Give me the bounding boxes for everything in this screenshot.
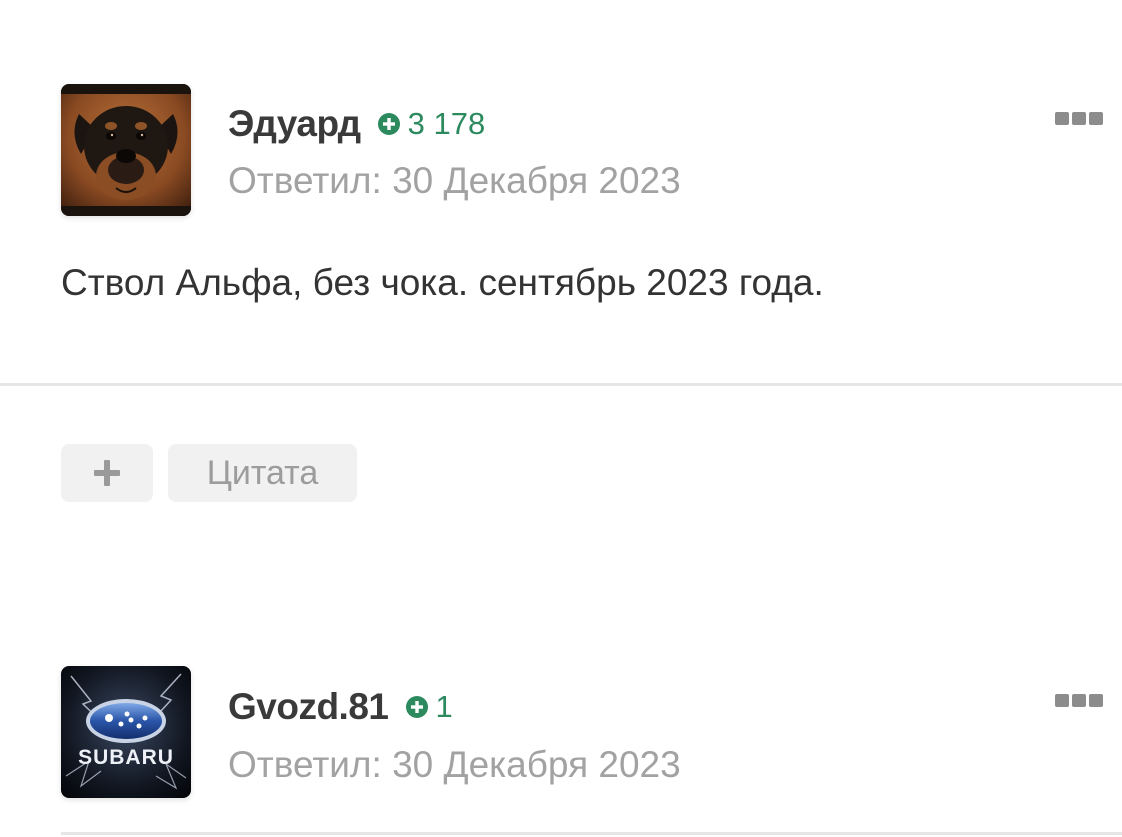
dot-icon [1089, 693, 1103, 707]
reputation-plus-icon [405, 695, 429, 719]
reply-date: Ответил: 30 Декабря 2023 [228, 744, 681, 785]
divider [0, 383, 1122, 386]
quote-button[interactable]: Цитата [168, 444, 357, 502]
author-line: Эдуард 3 178 [228, 102, 485, 146]
dot-icon [1089, 111, 1103, 125]
reputation-count: 1 [435, 689, 453, 724]
forum-thread: Эдуард 3 178 Ответил: 30 Декабря 2023 Ст… [0, 0, 1122, 837]
post-border [61, 832, 1122, 835]
reputation-count: 3 178 [407, 106, 486, 141]
rottweiler-avatar-icon [61, 84, 191, 216]
author-line: Gvozd.81 1 [228, 685, 453, 729]
dot-icon [1072, 111, 1086, 125]
more-options-button[interactable] [1055, 689, 1105, 711]
post-body: Ствол Альфа, без чока. сентябрь 2023 год… [61, 262, 824, 303]
more-options-button[interactable] [1055, 107, 1105, 129]
author-avatar[interactable]: SUBARU [61, 666, 191, 798]
plus-icon [94, 460, 120, 486]
author-avatar[interactable] [61, 84, 191, 216]
dot-icon [1072, 693, 1086, 707]
svg-text:SUBARU: SUBARU [78, 746, 174, 769]
subaru-avatar-icon: SUBARU [61, 666, 191, 798]
reputation-plus-button[interactable] [61, 444, 153, 502]
reply-date: Ответил: 30 Декабря 2023 [228, 160, 681, 201]
dot-icon [1055, 111, 1069, 125]
dot-icon [1055, 693, 1069, 707]
reputation-plus-icon [377, 112, 401, 136]
author-name[interactable]: Gvozd.81 [228, 686, 389, 728]
author-name[interactable]: Эдуард [228, 103, 361, 145]
